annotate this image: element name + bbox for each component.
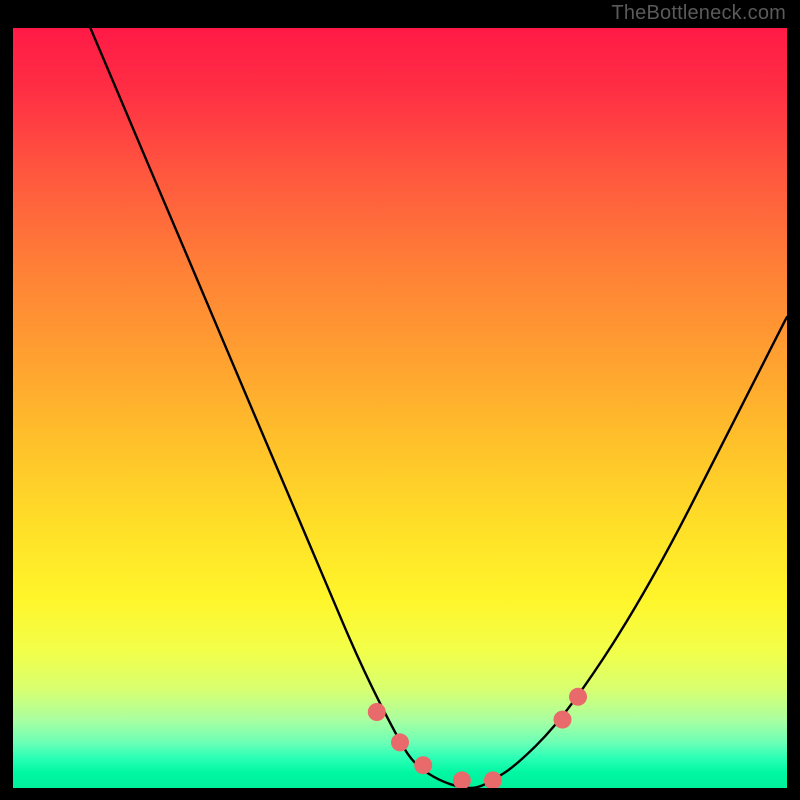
curve-markers — [368, 688, 587, 788]
chart-frame: TheBottleneck.com — [0, 0, 800, 800]
plot-area — [13, 28, 787, 788]
watermark-text: TheBottleneck.com — [611, 2, 786, 25]
marker-7 — [569, 688, 587, 706]
marker-6 — [554, 711, 572, 729]
marker-2 — [391, 733, 409, 751]
marker-3 — [414, 756, 432, 774]
bottleneck-curve — [90, 28, 787, 788]
chart-svg — [13, 28, 787, 788]
marker-1 — [368, 703, 386, 721]
marker-4 — [453, 771, 471, 788]
marker-5 — [484, 771, 502, 788]
